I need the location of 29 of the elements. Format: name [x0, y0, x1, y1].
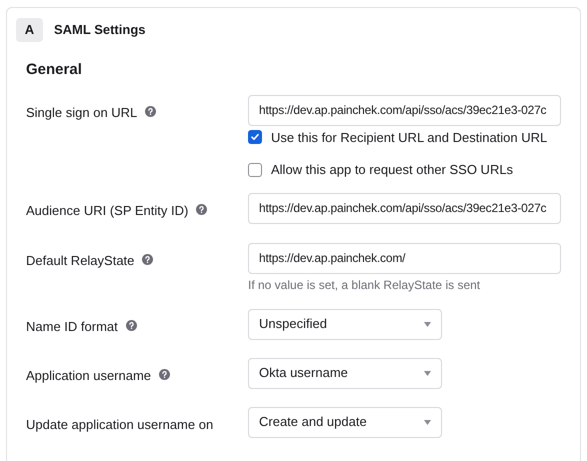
select-field[interactable]: Unspecified: [248, 308, 442, 340]
field-label: Audience URI (SP Entity ID): [26, 202, 188, 220]
caret-icon: [424, 370, 431, 376]
field-label: Single sign on URL: [26, 104, 138, 122]
field-label: Update application username on: [26, 416, 214, 434]
checkbox[interactable]: [248, 162, 262, 177]
section-title: General: [26, 60, 83, 80]
caret-icon: [424, 322, 431, 326]
hint-text: If no value is set, a blank RelayState is sent: [248, 276, 482, 294]
checkbox[interactable]: [248, 130, 262, 144]
field-label: Application username: [26, 366, 152, 385]
text-field[interactable]: https://dev.ap.painchek.com/api/sso/acs/39ec21e3-027c: [248, 192, 561, 224]
caret-icon: [424, 420, 431, 424]
checkbox-label: Use this for Recipient URL and Destination URL: [271, 128, 548, 147]
text-field[interactable]: https://dev.ap.painchek.com/: [248, 242, 561, 274]
help-icon[interactable]: [159, 368, 170, 380]
card-title: SAML Settings: [54, 21, 146, 40]
help-icon[interactable]: [145, 106, 156, 116]
field-label: Name ID format: [26, 318, 118, 336]
help-icon[interactable]: [142, 254, 154, 264]
text-field[interactable]: https://dev.ap.painchek.com/api/sso/acs/39ec21e3-027c: [248, 94, 561, 126]
help-icon[interactable]: [196, 204, 208, 214]
check-icon: [250, 132, 260, 142]
section-badge: A: [16, 18, 43, 42]
field-label: Default RelayState: [26, 252, 134, 270]
select-field[interactable]: Okta username: [248, 358, 442, 388]
checkbox-label: Allow this app to request other SSO URLs: [271, 161, 514, 179]
select-field[interactable]: Create and update: [248, 406, 442, 438]
help-icon[interactable]: [126, 320, 137, 330]
